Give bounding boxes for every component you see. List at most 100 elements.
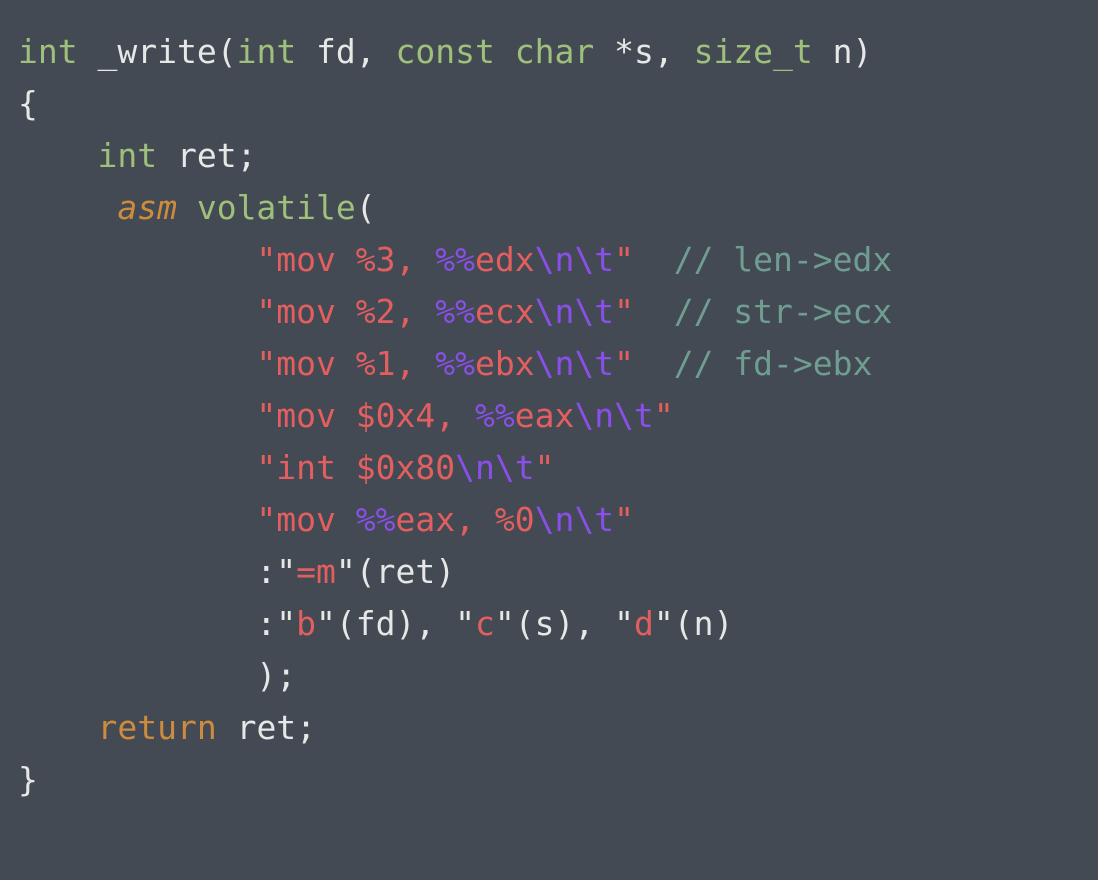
code-line: "mov $0x4, %%eax\n\t" [0, 390, 1098, 442]
code-token-punct: : [256, 604, 277, 643]
code-token-storage: asm [117, 188, 177, 227]
code-token-escape: \n\t [534, 344, 615, 383]
code-token-plain: ret; [216, 708, 317, 747]
code-token-keyword: volatile [196, 188, 356, 227]
code-token-plain: _write [97, 32, 217, 71]
code-line: :"b"(fd), "c"(s), "d"(n) [0, 598, 1098, 650]
code-token-plain: (ret) [355, 552, 456, 591]
code-line: "mov %2, %%ecx\n\t" // str->ecx [0, 286, 1098, 338]
code-token-plain: " [614, 604, 634, 643]
code-token-plain: n) [812, 32, 873, 71]
code-token-type: size_t [693, 32, 813, 71]
code-token-string: " [614, 240, 634, 279]
code-token-comment: // len->edx [673, 240, 893, 279]
code-token-string: eax, %0 [395, 500, 535, 539]
code-line: int _write(int fd, const char *s, size_t… [0, 26, 1098, 78]
code-token-string: =m [296, 552, 336, 591]
code-token-punct: } [18, 760, 38, 799]
code-token-string: "int $0x80 [256, 448, 456, 487]
code-token-percent: %% [355, 500, 396, 539]
code-token-percent: %% [435, 292, 475, 331]
code-line: { [0, 78, 1098, 130]
code-token-percent: %% [474, 396, 515, 435]
code-token-punct: ( [216, 32, 237, 71]
code-token-string: " [614, 344, 634, 383]
code-token-string: " [614, 500, 634, 539]
code-token-type: int [18, 32, 78, 71]
code-token-punct: ); [256, 656, 297, 695]
code-token-keyword: const [395, 32, 495, 71]
code-token-string: "mov %1, [256, 344, 436, 383]
code-token-string: "mov %3, [256, 240, 436, 279]
code-token-punct: { [18, 84, 38, 123]
code-token-type: int [97, 136, 158, 175]
code-line: return ret; [0, 702, 1098, 754]
code-token-escape: \n\t [534, 292, 615, 331]
code-token-comment: // str->ecx [673, 292, 893, 331]
code-token-escape: \n\t [455, 448, 535, 487]
code-token-string: edx [474, 240, 535, 279]
code-token-plain: fd, [296, 32, 396, 71]
code-token-plain: (s), [514, 604, 615, 643]
code-token-type: char [514, 32, 595, 71]
code-token-string: " [614, 292, 634, 331]
code-token-plain: " [276, 604, 297, 643]
code-token-string: c [475, 604, 495, 643]
code-token-escape: \n\t [574, 396, 654, 435]
code-line: "mov %3, %%edx\n\t" // len->edx [0, 234, 1098, 286]
code-line: ); [0, 650, 1098, 702]
code-token-plain: ret; [157, 136, 257, 175]
code-block: int _write(int fd, const char *s, size_t… [0, 26, 1098, 806]
code-line: :"=m"(ret) [0, 546, 1098, 598]
code-line: asm volatile( [0, 182, 1098, 234]
code-token-string: ecx [474, 292, 535, 331]
code-editor-surface[interactable]: int _write(int fd, const char *s, size_t… [0, 0, 1098, 880]
code-line: "mov %%eax, %0\n\t" [0, 494, 1098, 546]
code-token-plain: " [335, 552, 356, 591]
code-token-punct: ( [355, 188, 376, 227]
code-token-string: "mov %2, [256, 292, 436, 331]
code-token-string: " [653, 396, 674, 435]
code-token-plain: " [316, 604, 336, 643]
code-line: } [0, 754, 1098, 806]
code-token-string: " [534, 448, 555, 487]
code-token-escape: \n\t [534, 500, 615, 539]
code-token-percent: %% [435, 240, 475, 279]
code-token-comment: // fd->ebx [673, 344, 873, 383]
code-token-string: d [633, 604, 654, 643]
code-token-string: ebx [474, 344, 535, 383]
code-token-plain: " [653, 604, 674, 643]
code-token-type: int [236, 32, 297, 71]
code-line: "mov %1, %%ebx\n\t" // fd->ebx [0, 338, 1098, 390]
code-token-plain: " [455, 604, 476, 643]
code-token-percent: %% [435, 344, 475, 383]
code-token-escape: \n\t [534, 240, 615, 279]
code-token-string: b [296, 604, 317, 643]
code-token-string: "mov $0x4, [256, 396, 475, 435]
code-token-plain: *s, [594, 32, 694, 71]
code-token-return: return [97, 708, 217, 747]
code-token-string: eax [514, 396, 575, 435]
code-line: int ret; [0, 130, 1098, 182]
code-line: "int $0x80\n\t" [0, 442, 1098, 494]
code-token-plain: " [494, 604, 515, 643]
code-token-punct: : [256, 552, 277, 591]
